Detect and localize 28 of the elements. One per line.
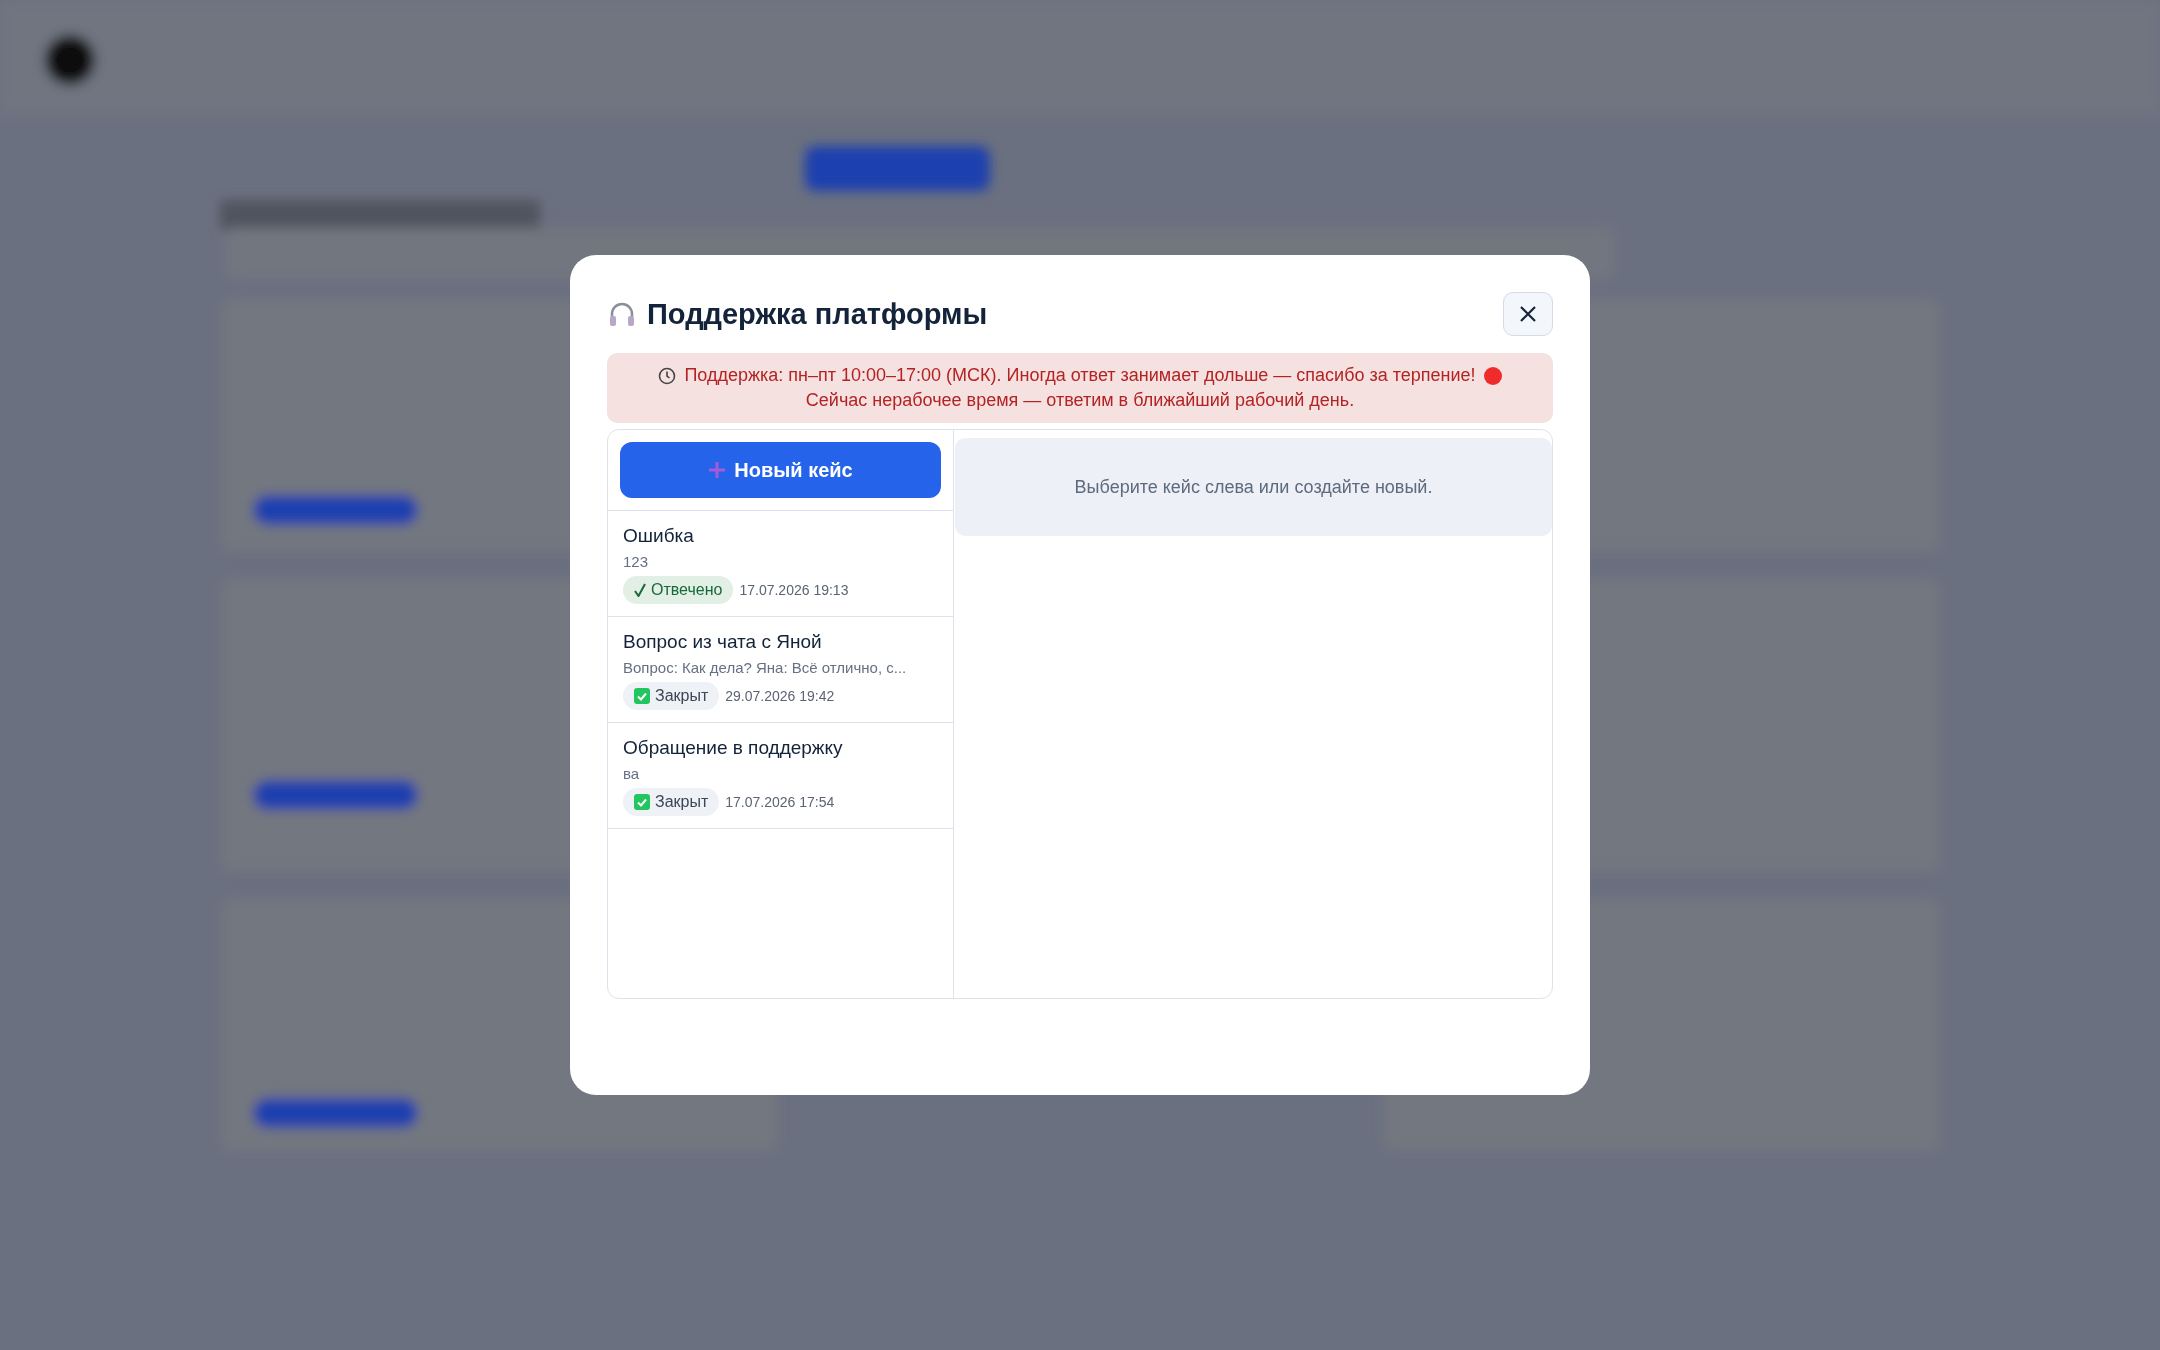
- case-item[interactable]: Ошибка 123 Отвечено 17.07.2026 19:13: [608, 511, 953, 617]
- case-date: 29.07.2026 19:42: [725, 688, 835, 704]
- case-title: Вопрос из чата с Яной: [623, 631, 823, 653]
- case-preview: ва: [623, 765, 641, 782]
- empty-state-message: Выберите кейс слева или создайте новый.: [955, 438, 1552, 536]
- status-badge: Закрыт: [623, 788, 720, 816]
- case-date: 17.07.2026 17:54: [725, 794, 835, 810]
- clock-icon: [658, 366, 677, 385]
- close-icon: [1519, 305, 1537, 323]
- status-badge: Отвечено: [623, 576, 734, 604]
- new-case-button[interactable]: Новый кейс: [620, 442, 941, 498]
- case-preview: Вопрос: Как дела? Яна: Всё отлично, с...: [623, 659, 908, 676]
- check-icon: [634, 688, 650, 704]
- case-title: Ошибка: [623, 525, 695, 547]
- case-date: 17.07.2026 19:13: [739, 582, 849, 598]
- notice-text: Сейчас нерабочее время — ответим в ближайший рабочий день.: [805, 390, 1355, 411]
- status-dot-icon: [1483, 366, 1502, 385]
- dialog-title: Поддержка платформы: [647, 297, 988, 331]
- plus-icon: [708, 461, 727, 479]
- close-button[interactable]: [1503, 292, 1553, 336]
- case-preview: 123: [623, 553, 650, 570]
- status-badge: Закрыт: [623, 682, 720, 710]
- case-item[interactable]: Вопрос из чата с Яной Вопрос: Как дела? Яна: Всё отлично, с... Закрыт 29.07.2026 19:42: [608, 617, 953, 723]
- notice-text: Поддержка: пн–пт 10:00–17:00 (МСК). Иногда ответ занимает дольше — спасибо за терпение!: [684, 365, 1476, 386]
- case-item[interactable]: Обращение в поддержку ва Закрыт 17.07.2026 17:54: [608, 723, 953, 829]
- case-title: Обращение в поддержку: [623, 737, 844, 759]
- check-icon: [634, 794, 650, 810]
- checkmark-icon: [634, 583, 646, 597]
